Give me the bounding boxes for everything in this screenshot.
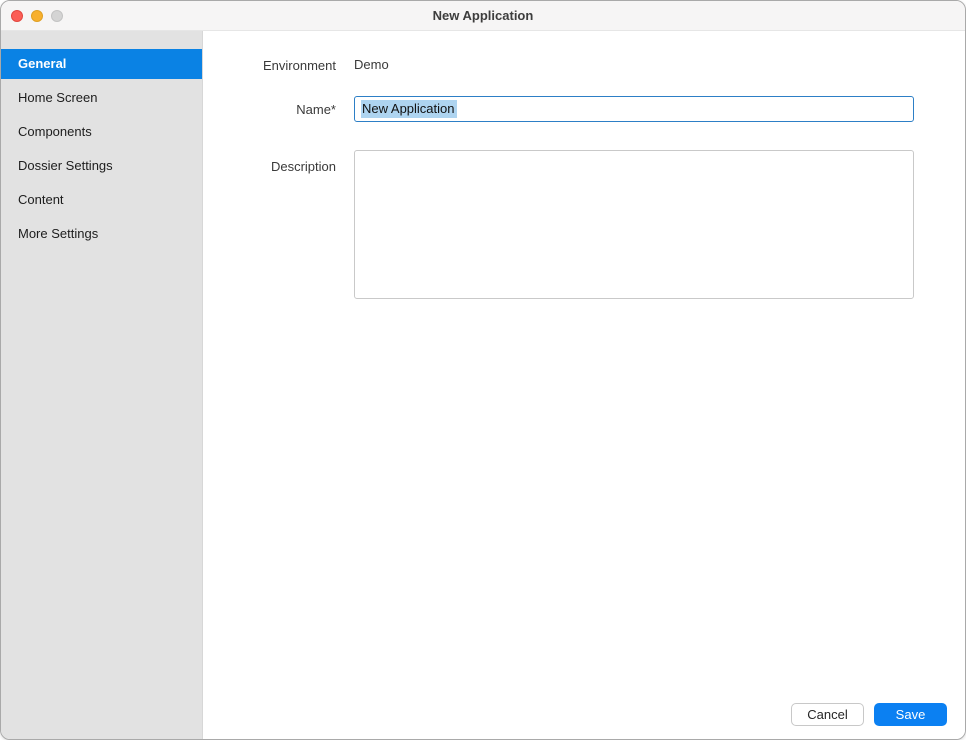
description-label: Description — [203, 150, 336, 174]
title-bar: New Application — [1, 1, 965, 31]
cancel-button[interactable]: Cancel — [791, 703, 864, 726]
zoom-button-icon — [51, 10, 63, 22]
window-title: New Application — [433, 8, 534, 23]
sidebar-item-home-screen[interactable]: Home Screen — [1, 83, 202, 113]
sidebar-item-content[interactable]: Content — [1, 185, 202, 215]
environment-value: Demo — [354, 57, 389, 72]
sidebar-item-general[interactable]: General — [1, 49, 202, 79]
dialog-window: New Application General Home Screen Comp… — [0, 0, 966, 740]
footer-buttons: Cancel Save — [791, 703, 947, 726]
close-button-icon[interactable] — [11, 10, 23, 22]
description-row: Description — [203, 150, 965, 299]
name-input-selected-text: New Application — [361, 100, 457, 118]
save-button[interactable]: Save — [874, 703, 947, 726]
name-input[interactable]: New Application — [354, 96, 914, 122]
sidebar-item-more-settings[interactable]: More Settings — [1, 219, 202, 249]
general-settings-panel: Environment Demo Name* New Application D… — [203, 31, 965, 739]
minimize-button-icon[interactable] — [31, 10, 43, 22]
window-body: General Home Screen Components Dossier S… — [1, 31, 965, 739]
environment-row: Environment Demo — [203, 56, 965, 74]
sidebar-item-dossier-settings[interactable]: Dossier Settings — [1, 151, 202, 181]
traffic-lights — [11, 1, 63, 31]
name-label: Name* — [203, 102, 336, 117]
description-textarea[interactable] — [354, 150, 914, 299]
sidebar: General Home Screen Components Dossier S… — [1, 31, 203, 739]
sidebar-item-components[interactable]: Components — [1, 117, 202, 147]
environment-label: Environment — [203, 58, 336, 73]
name-row: Name* New Application — [203, 96, 965, 122]
